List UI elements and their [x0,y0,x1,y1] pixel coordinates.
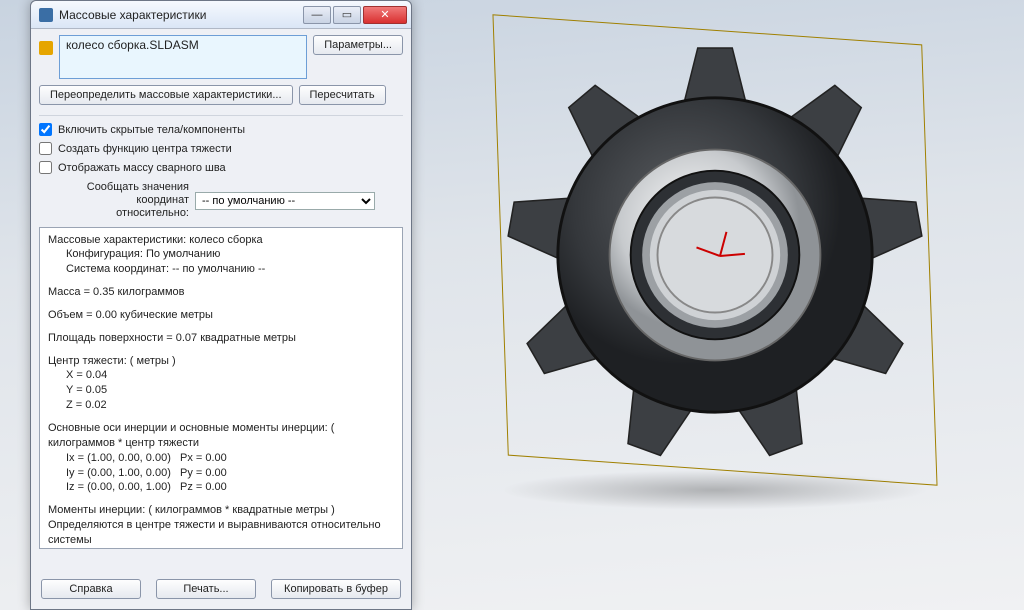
table-row: Iz = (0.00, 0.00, 1.00)Pz = 0.00 [48,480,394,495]
titlebar[interactable]: Массовые характеристики — ▭ ✕ [31,1,411,29]
override-button[interactable]: Переопределить массовые характеристики..… [39,85,293,105]
principal-table: Ix = (1.00, 0.00, 0.00)Px = 0.00Iy = (0.… [48,451,394,496]
weld-mass-checkbox[interactable] [39,161,52,174]
include-hidden-row[interactable]: Включить скрытые тела/компоненты [39,123,403,136]
maximize-button[interactable]: ▭ [333,6,361,24]
volume-line: Объем = 0.00 кубические метры [48,308,394,323]
mass-line: Масса = 0.35 килограммов [48,285,394,300]
report-header: Массовые характеристики: колесо сборка [48,234,263,246]
assembly-icon [39,41,53,55]
results-panel[interactable]: Массовые характеристики: колесо сборка К… [39,227,403,549]
window-title: Массовые характеристики [59,8,301,22]
moi-sub-cog: Определяются в центре тяжести и выравнив… [48,518,394,548]
recalculate-button[interactable]: Пересчитать [299,85,386,105]
app-icon [39,8,53,22]
cog-y: Y = 0.05 [48,383,394,398]
selected-entities-field[interactable]: колесо сборка.SLDASM [59,35,307,79]
cog-feature-checkbox[interactable] [39,142,52,155]
csys-line: Система координат: -- по умолчанию -- [48,262,394,277]
include-hidden-checkbox[interactable] [39,123,52,136]
moi-header-1: Моменты инерции: ( килограммов * квадрат… [48,503,394,518]
config-line: Конфигурация: По умолчанию [48,247,394,262]
coord-label-1: Сообщать значения координат [87,181,189,206]
horizontal-scrollbar[interactable] [39,553,403,569]
cog-feature-row[interactable]: Создать функцию центра тяжести [39,142,403,155]
table-row: Iy = (0.00, 1.00, 0.00)Py = 0.00 [48,466,394,481]
moi-cog-table: Lxx = 0.00Lxy = 0.00Lxz = 0.00Lyx = 0.00… [48,548,394,549]
table-row: Ix = (1.00, 0.00, 0.00)Px = 0.00 [48,451,394,466]
minimize-button[interactable]: — [303,6,331,24]
principal-header: Основные оси инерции и основные моменты … [48,421,394,451]
mass-properties-dialog: Массовые характеристики — ▭ ✕ колесо сбо… [30,0,412,610]
help-button[interactable]: Справка [41,579,141,599]
close-button[interactable]: ✕ [363,6,407,24]
copy-clipboard-button[interactable]: Копировать в буфер [271,579,401,599]
weld-mass-label: Отображать массу сварного шва [58,162,226,174]
weld-mass-row[interactable]: Отображать массу сварного шва [39,161,403,174]
area-line: Площадь поверхности = 0.07 квадратные ме… [48,331,394,346]
coord-label-2: относительно: [116,207,189,219]
model-viewport[interactable] [420,0,1024,610]
include-hidden-label: Включить скрытые тела/компоненты [58,124,245,136]
cog-z: Z = 0.02 [48,398,394,413]
cog-header: Центр тяжести: ( метры ) [48,354,394,369]
coord-system-select[interactable]: -- по умолчанию -- [195,192,375,210]
print-button[interactable]: Печать... [156,579,256,599]
options-button[interactable]: Параметры... [313,35,403,55]
coord-system-row: Сообщать значения координат относительно… [39,181,403,221]
table-row: Lxx = 0.00Lxy = 0.00Lxz = 0.00 [48,548,394,549]
cog-feature-label: Создать функцию центра тяжести [58,143,232,155]
cog-x: X = 0.04 [48,368,394,383]
